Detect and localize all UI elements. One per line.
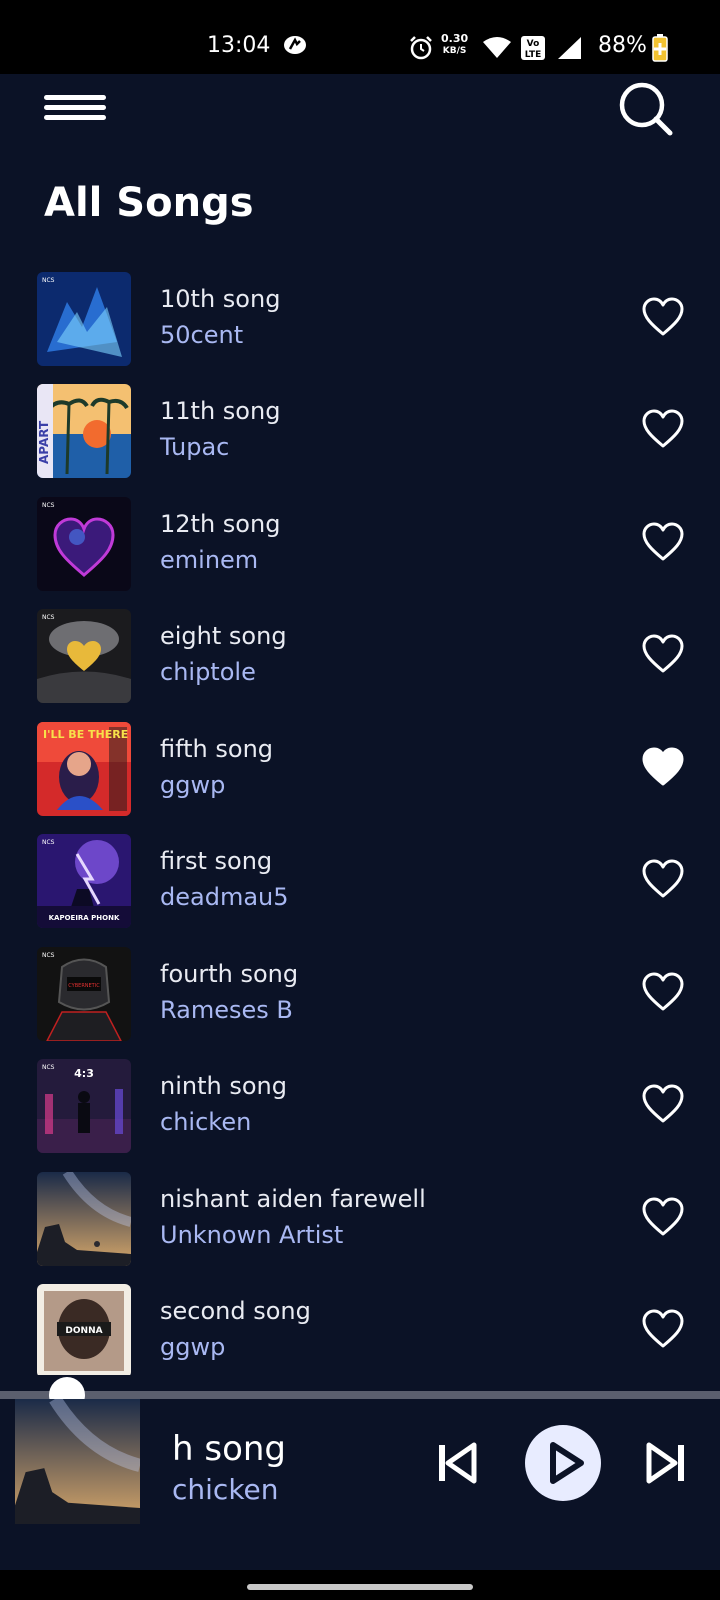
song-row-eight-song[interactable]: NCS eight song chiptole <box>0 602 720 715</box>
svg-text:NCS: NCS <box>42 1064 55 1071</box>
song-title: ninth song <box>160 1072 287 1100</box>
next-icon[interactable] <box>645 1442 687 1484</box>
heart-outline-icon[interactable] <box>641 521 685 563</box>
song-artist: ggwp <box>160 771 226 799</box>
song-row-fourth-song[interactable]: CYBERNETIC NCS fourth song Rameses B <box>0 940 720 1053</box>
song-artist: chiptole <box>160 658 256 686</box>
wifi-icon <box>483 37 511 58</box>
song-row-ninth-song[interactable]: 4:3 NCS ninth song chicken <box>0 1052 720 1165</box>
heart-outline-icon[interactable] <box>641 1083 685 1125</box>
song-artist: Tupac <box>160 433 230 461</box>
song-list[interactable]: NCS 10th song 50cent APART 11th song Tup… <box>0 265 720 1375</box>
album-art: NCS <box>37 609 131 703</box>
album-art: I'LL BE THERE <box>37 722 131 816</box>
album-art: NCS <box>37 497 131 591</box>
svg-text:LTE: LTE <box>525 50 542 60</box>
album-art: DONNA <box>37 1284 131 1375</box>
status-bar: 13:04 0.30 KB/S Vo LTE 88% <box>0 0 720 74</box>
svg-text:I'LL BE THERE: I'LL BE THERE <box>43 728 128 741</box>
song-title: 11th song <box>160 397 281 425</box>
speed-value: 0.30 <box>441 32 469 45</box>
song-row-fifth-song[interactable]: I'LL BE THERE fifth song ggwp <box>0 715 720 828</box>
song-row-second-song[interactable]: DONNA second song ggwp <box>0 1277 720 1375</box>
song-row-10th-song[interactable]: NCS 10th song 50cent <box>0 265 720 378</box>
battery-percent: 88% <box>598 33 647 58</box>
song-row-first-song[interactable]: KAPOEIRA PHONK NCS first song deadmau5 <box>0 827 720 940</box>
song-title: 12th song <box>160 510 281 538</box>
song-row-12th-song[interactable]: NCS 12th song eminem <box>0 490 720 603</box>
heart-outline-icon[interactable] <box>641 1196 685 1238</box>
song-title: fourth song <box>160 960 299 988</box>
heart-outline-icon[interactable] <box>641 296 685 338</box>
song-artist: deadmau5 <box>160 883 289 911</box>
song-row-11th-song[interactable]: APART 11th song Tupac <box>0 377 720 490</box>
heart-outline-icon[interactable] <box>641 408 685 450</box>
play-button[interactable] <box>525 1425 601 1501</box>
now-playing-title: h song <box>172 1429 287 1469</box>
song-artist: Unknown Artist <box>160 1221 344 1249</box>
now-playing-bar[interactable]: h song chicken <box>0 1399 720 1570</box>
song-title: eight song <box>160 622 287 650</box>
page-title: All Songs <box>44 180 254 226</box>
heart-outline-icon[interactable] <box>641 633 685 675</box>
now-playing-album-art <box>15 1399 140 1524</box>
play-icon <box>550 1442 584 1484</box>
hamburger-menu-icon[interactable] <box>44 95 106 120</box>
song-title: fifth song <box>160 735 274 763</box>
volte-icon: Vo LTE <box>521 36 545 60</box>
home-gesture-handle[interactable] <box>247 1584 473 1590</box>
song-title: second song <box>160 1297 311 1325</box>
svg-text:NCS: NCS <box>42 952 55 959</box>
svg-text:NCS: NCS <box>42 277 55 284</box>
app-notification-icon <box>284 36 306 54</box>
album-art: NCS <box>37 272 131 366</box>
svg-text:CYBERNETIC: CYBERNETIC <box>68 983 100 989</box>
album-art: CYBERNETIC NCS <box>37 947 131 1041</box>
song-title: first song <box>160 847 273 875</box>
svg-text:KAPOEIRA PHONK: KAPOEIRA PHONK <box>49 914 120 922</box>
song-artist: 50cent <box>160 321 244 349</box>
svg-text:NCS: NCS <box>42 614 55 621</box>
song-title: nishant aiden farewell <box>160 1185 426 1213</box>
song-artist: chicken <box>160 1108 252 1136</box>
album-art: KAPOEIRA PHONK NCS <box>37 834 131 928</box>
svg-text:NCS: NCS <box>42 839 55 846</box>
speed-unit: KB/S <box>442 46 467 56</box>
album-art: APART <box>37 384 131 478</box>
song-row-nishant-aiden-farewell[interactable]: nishant aiden farewell Unknown Artist <box>0 1165 720 1278</box>
network-speed: 0.30 KB/S <box>441 33 468 57</box>
seek-bar[interactable] <box>0 1391 720 1399</box>
album-art: 4:3 NCS <box>37 1059 131 1153</box>
heart-outline-icon[interactable] <box>641 858 685 900</box>
song-artist: eminem <box>160 546 259 574</box>
svg-text:4:3: 4:3 <box>74 1067 94 1080</box>
battery-charging-icon <box>652 34 668 62</box>
search-icon[interactable] <box>617 80 675 138</box>
svg-text:Vo: Vo <box>527 39 540 49</box>
gesture-navigation-bar <box>0 1570 720 1600</box>
previous-icon[interactable] <box>436 1442 478 1484</box>
song-artist: ggwp <box>160 1333 226 1361</box>
heart-outline-icon[interactable] <box>641 1308 685 1350</box>
heart-filled-icon[interactable] <box>641 746 685 788</box>
song-title: 10th song <box>160 285 281 313</box>
svg-text:NCS: NCS <box>42 502 55 509</box>
signal-icon <box>558 37 581 59</box>
status-time: 13:04 <box>207 33 271 58</box>
song-artist: Rameses B <box>160 996 293 1024</box>
svg-text:DONNA: DONNA <box>65 1326 102 1336</box>
svg-text:APART: APART <box>37 420 51 464</box>
heart-outline-icon[interactable] <box>641 971 685 1013</box>
album-art <box>37 1172 131 1266</box>
now-playing-artist: chicken <box>172 1473 279 1506</box>
alarm-icon <box>410 36 432 60</box>
